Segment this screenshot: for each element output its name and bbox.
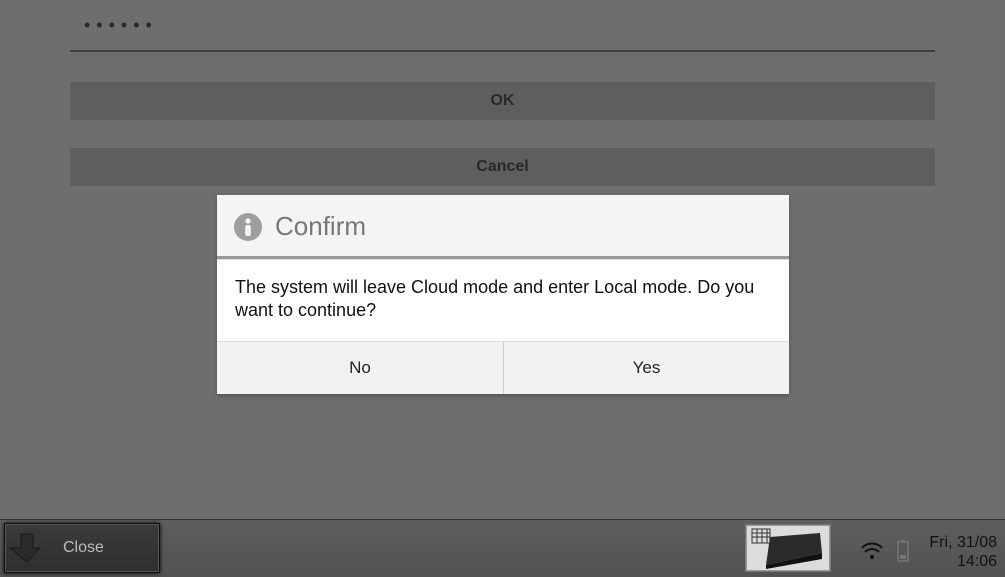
background-form: •••••• OK Cancel — [0, 0, 1005, 186]
confirm-dialog: Confirm The system will leave Cloud mode… — [217, 195, 789, 394]
yes-button[interactable]: Yes — [503, 342, 789, 394]
password-field[interactable]: •••••• — [70, 0, 935, 52]
wifi-icon — [861, 542, 883, 565]
download-arrow-icon — [9, 530, 45, 566]
clock: Fri, 31/08 14:06 — [929, 533, 997, 571]
close-label: Close — [63, 539, 104, 557]
ok-button[interactable]: OK — [70, 82, 935, 120]
password-mask: •••••• — [84, 15, 158, 36]
info-icon — [233, 212, 263, 242]
cancel-button[interactable]: Cancel — [70, 148, 935, 186]
dialog-message: The system will leave Cloud mode and ent… — [217, 260, 789, 341]
date-text: Fri, 31/08 — [929, 533, 997, 552]
battery-icon — [897, 540, 909, 567]
time-text: 14:06 — [929, 552, 997, 571]
dialog-buttons: No Yes — [217, 341, 789, 394]
dialog-header: Confirm — [217, 195, 789, 256]
bottom-bar: Close Fri, 31/08 14:06 — [0, 519, 1005, 577]
no-button[interactable]: No — [217, 342, 503, 394]
dialog-title: Confirm — [275, 211, 366, 242]
status-icons — [861, 540, 909, 567]
device-thumbnail[interactable] — [746, 525, 830, 571]
close-button[interactable]: Close — [4, 523, 160, 573]
